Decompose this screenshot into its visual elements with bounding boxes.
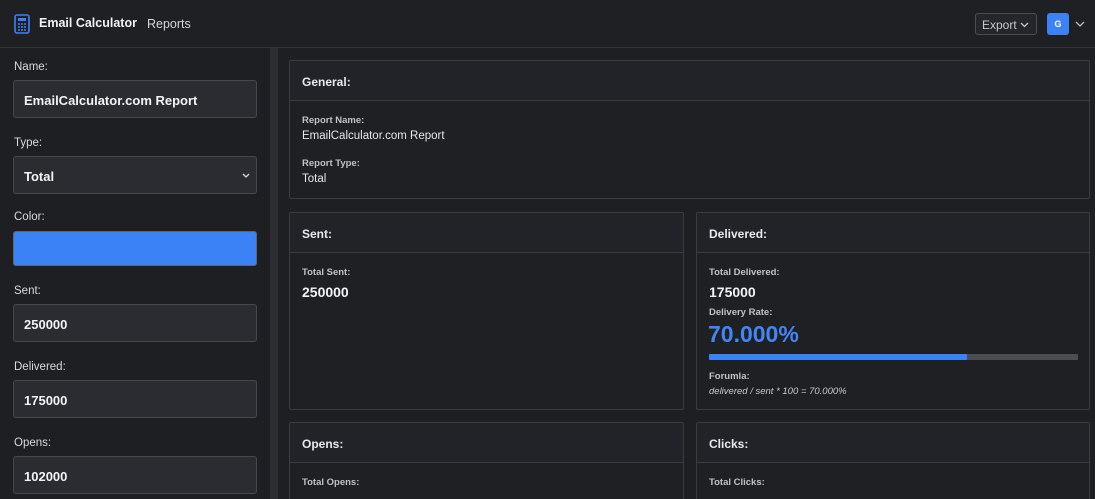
avatar[interactable]: G: [1047, 13, 1069, 35]
total-sent-value: 250000: [302, 284, 349, 300]
sent-title: Sent:: [302, 227, 332, 241]
sent-label: Sent:: [14, 285, 41, 297]
name-label: Name:: [14, 61, 48, 73]
delivery-rate-value: 70.000%: [708, 321, 799, 347]
app-name[interactable]: Email Calculator: [39, 16, 137, 30]
opens-input[interactable]: 102000: [13, 456, 257, 494]
opens-title: Opens:: [302, 437, 344, 451]
general-card: General: Report Name: EmailCalculator.co…: [289, 60, 1090, 199]
type-select[interactable]: Total: [13, 156, 257, 194]
nav-reports-link[interactable]: Reports: [147, 17, 191, 31]
sent-card-header: Sent:: [290, 213, 683, 253]
color-picker[interactable]: [13, 231, 257, 266]
clicks-card-header: Clicks:: [697, 423, 1089, 463]
chevron-down-icon: [1020, 22, 1029, 28]
delivered-input[interactable]: 175000: [13, 380, 257, 418]
delivered-label: Delivered:: [14, 361, 66, 373]
report-name-value: EmailCalculator.com Report: [302, 130, 445, 142]
sidebar-form: Name: EmailCalculator.com Report Type: T…: [0, 48, 270, 499]
calculator-icon: [14, 14, 30, 34]
general-title: General:: [302, 75, 351, 89]
sent-card: Sent: Total Sent: 250000: [289, 212, 684, 410]
clicks-title: Clicks:: [709, 437, 749, 451]
formula-label: Forumla:: [709, 371, 750, 382]
delivery-rate-bar-fill: [709, 354, 968, 360]
delivery-rate-bar: [709, 354, 1078, 360]
name-input[interactable]: EmailCalculator.com Report: [13, 80, 257, 118]
opens-card-header: Opens:: [290, 423, 683, 463]
total-sent-label: Total Sent:: [302, 267, 351, 278]
total-clicks-label: Total Clicks:: [709, 477, 765, 488]
type-label: Type:: [14, 137, 43, 149]
export-label: Export: [982, 18, 1017, 32]
delivered-card: Delivered: Total Delivered: 175000 Deliv…: [696, 212, 1090, 410]
export-button[interactable]: Export: [975, 13, 1037, 35]
chevron-down-icon: [242, 173, 250, 178]
general-card-header: General:: [290, 61, 1089, 101]
chevron-down-icon[interactable]: [1075, 21, 1085, 27]
total-opens-label: Total Opens:: [302, 477, 360, 488]
report-name-label: Report Name:: [302, 115, 365, 126]
report-type-value: Total: [302, 173, 327, 185]
total-delivered-value: 175000: [709, 284, 756, 300]
total-delivered-label: Total Delivered:: [709, 267, 780, 278]
top-navbar: Email Calculator Reports Export G: [0, 0, 1095, 48]
delivery-rate-label: Delivery Rate:: [709, 307, 773, 318]
formula-text: delivered / sent * 100 = 70.000%: [709, 386, 847, 397]
divider: [277, 48, 278, 499]
delivered-title: Delivered:: [709, 227, 768, 241]
report-type-label: Report Type:: [302, 158, 360, 169]
type-select-value: Total: [24, 169, 55, 184]
opens-card: Opens: Total Opens:: [289, 422, 684, 499]
sidebar-scrollbar[interactable]: [270, 48, 277, 499]
opens-label: Opens:: [14, 437, 52, 449]
delivered-card-header: Delivered:: [697, 213, 1089, 253]
clicks-card: Clicks: Total Clicks:: [696, 422, 1090, 499]
color-label: Color:: [14, 211, 45, 223]
sent-input[interactable]: 250000: [13, 304, 257, 342]
